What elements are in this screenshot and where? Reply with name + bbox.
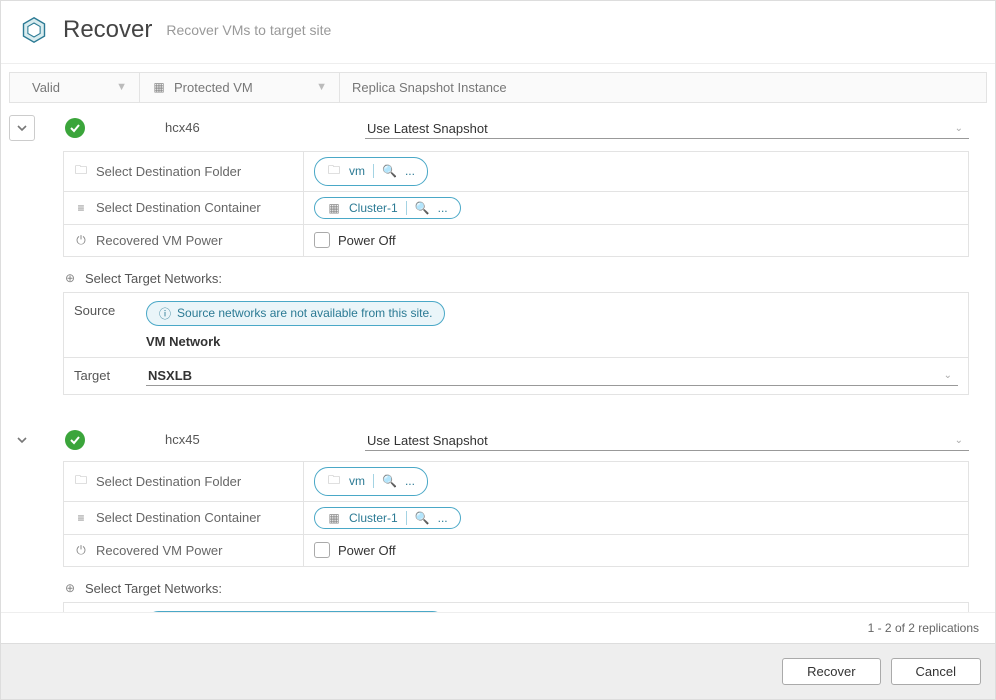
vm-details: 🗀 Select Destination Folder 🗀 vm 🔍... ≡ Se… [63, 151, 969, 257]
container-icon: ≡ [74, 511, 88, 525]
target-network-select[interactable]: NSXLB ⌄ [146, 366, 958, 386]
container-value: Cluster-1 [349, 511, 398, 525]
snapshot-value: Use Latest Snapshot [367, 433, 488, 448]
filter-bar: Valid ▼ ▦ Protected VM ▼ Replica Snapsho… [9, 72, 987, 103]
status-ok-icon [65, 118, 85, 138]
checkbox-box[interactable] [314, 232, 330, 248]
filter-protected-vm[interactable]: ▦ Protected VM ▼ [140, 73, 340, 102]
snapshot-select[interactable]: Use Latest Snapshot ⌄ [365, 429, 969, 451]
folder-value: vm [349, 474, 365, 488]
networks-heading: ⊕ Select Target Networks: [63, 581, 987, 596]
container-label: Select Destination Container [96, 200, 261, 215]
power-off-checkbox[interactable]: Power Off [314, 232, 396, 248]
vm-list-scroll[interactable]: hcx46 Use Latest Snapshot ⌄ 🗀 Select Dest… [1, 103, 995, 612]
filter-valid-label: Valid [32, 80, 60, 95]
power-icon: ⏻ [74, 233, 88, 248]
folder-icon: 🗀 [327, 161, 341, 182]
filter-replica: Replica Snapshot Instance [340, 73, 986, 102]
expand-toggle[interactable] [9, 115, 35, 141]
filter-pvm-label: Protected VM [174, 80, 253, 95]
folder-icon: 🗀 [74, 161, 88, 182]
vm-icon: ▦ [152, 80, 166, 94]
folder-value: vm [349, 164, 365, 178]
folder-label: Select Destination Folder [96, 474, 241, 489]
dialog-footer: Recover Cancel [1, 643, 995, 699]
source-warning: ⓘ Source networks are not available from… [146, 301, 445, 326]
networks-table: Source ⓘ Source networks are not availab… [63, 292, 969, 395]
dialog-header: Recover Recover VMs to target site [1, 1, 995, 64]
vm-summary-row: hcx46 Use Latest Snapshot ⌄ [9, 109, 987, 151]
power-off-label: Power Off [338, 233, 396, 248]
funnel-icon: ▼ [116, 81, 127, 93]
power-off-label: Power Off [338, 543, 396, 558]
power-label: Recovered VM Power [96, 543, 222, 558]
target-network-value: NSXLB [148, 368, 192, 383]
status-ok-icon [65, 430, 85, 450]
folder-pill[interactable]: 🗀 vm 🔍... [314, 157, 428, 186]
filter-replica-label: Replica Snapshot Instance [352, 80, 507, 95]
power-off-checkbox[interactable]: Power Off [314, 542, 396, 558]
search-icon: 🔍 [382, 164, 397, 178]
folder-label: Select Destination Folder [96, 164, 241, 179]
filter-valid[interactable]: Valid ▼ [10, 73, 140, 102]
cancel-button[interactable]: Cancel [891, 658, 981, 685]
expand-toggle[interactable] [9, 434, 35, 446]
networks-heading: ⊕ Select Target Networks: [63, 271, 987, 286]
vm-name: hcx46 [95, 120, 355, 135]
vm-block: hcx46 Use Latest Snapshot ⌄ 🗀 Select Dest… [9, 109, 987, 395]
vm-name: hcx45 [95, 432, 355, 447]
info-icon: ⓘ [159, 305, 171, 322]
snapshot-value: Use Latest Snapshot [367, 121, 488, 136]
recover-icon [19, 15, 49, 45]
cluster-icon: ▦ [327, 511, 341, 525]
cluster-icon: ▦ [327, 201, 341, 215]
folder-icon: 🗀 [327, 471, 341, 492]
dialog-subtitle: Recover VMs to target site [166, 22, 331, 38]
network-icon: ⊕ [63, 271, 77, 285]
container-pill[interactable]: ▦ Cluster-1 🔍... [314, 507, 461, 529]
dialog-title: Recover [63, 16, 152, 44]
container-value: Cluster-1 [349, 201, 398, 215]
chevron-down-icon: ⌄ [955, 435, 963, 446]
vm-summary-row: hcx45 Use Latest Snapshot ⌄ [9, 423, 987, 461]
recover-dialog: Recover Recover VMs to target site Valid… [0, 0, 996, 700]
search-icon: 🔍 [415, 201, 430, 215]
source-label: Source [64, 603, 136, 612]
folder-pill[interactable]: 🗀 vm 🔍... [314, 467, 428, 496]
networks-table: Source ⓘ Source networks are not availab… [63, 602, 969, 612]
container-pill[interactable]: ▦ Cluster-1 🔍... [314, 197, 461, 219]
funnel-icon: ▼ [316, 81, 327, 93]
search-icon: 🔍 [415, 511, 430, 525]
pagination-count: 1 - 2 of 2 replications [1, 612, 995, 643]
recover-button[interactable]: Recover [782, 658, 880, 685]
vm-block: hcx45 Use Latest Snapshot ⌄ 🗀 Select Dest… [9, 423, 987, 612]
source-warning: ⓘ Source networks are not available from… [146, 611, 445, 612]
dialog-body: Valid ▼ ▦ Protected VM ▼ Replica Snapsho… [1, 64, 995, 643]
power-icon: ⏻ [74, 543, 88, 558]
chevron-down-icon: ⌄ [955, 123, 963, 134]
vm-details: 🗀 Select Destination Folder 🗀 vm 🔍... ≡ Se… [63, 461, 969, 567]
power-label: Recovered VM Power [96, 233, 222, 248]
network-icon: ⊕ [63, 581, 77, 595]
container-icon: ≡ [74, 201, 88, 215]
target-label: Target [64, 358, 136, 394]
checkbox-box[interactable] [314, 542, 330, 558]
source-network-value: VM Network [146, 334, 958, 349]
source-label: Source [64, 293, 136, 357]
folder-icon: 🗀 [74, 471, 88, 492]
chevron-down-icon: ⌄ [944, 370, 952, 381]
container-label: Select Destination Container [96, 510, 261, 525]
search-icon: 🔍 [382, 474, 397, 488]
snapshot-select[interactable]: Use Latest Snapshot ⌄ [365, 117, 969, 139]
